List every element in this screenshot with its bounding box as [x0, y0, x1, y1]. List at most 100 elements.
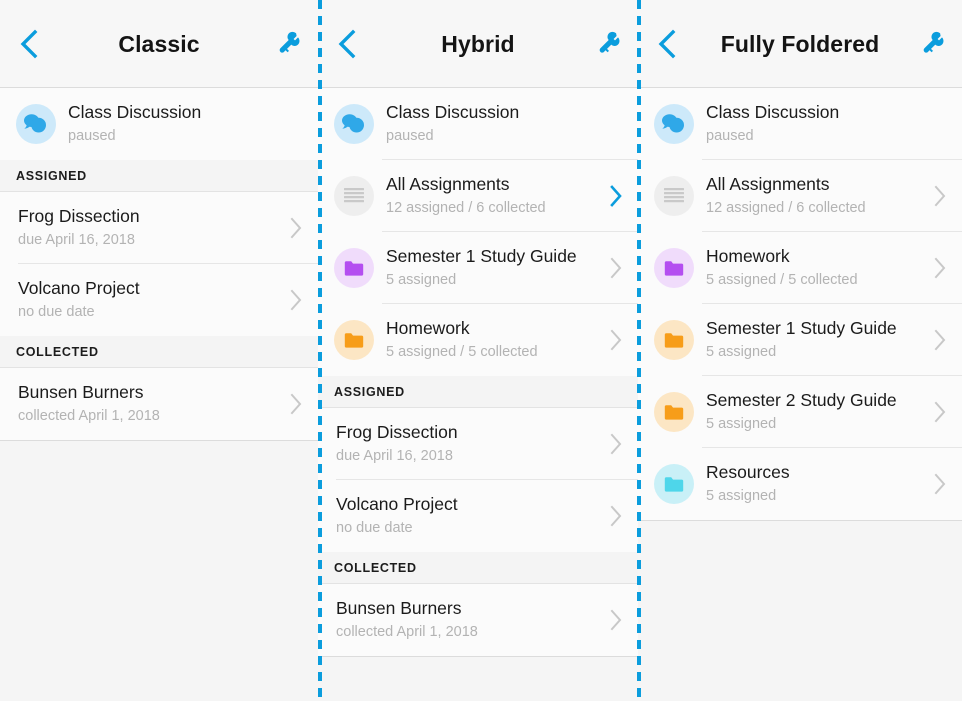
chevron-right-icon[interactable]: [600, 605, 630, 635]
navbar-fully-foldered: Fully Foldered: [638, 0, 962, 88]
list-item[interactable]: Volcano Project no due date: [0, 264, 318, 336]
list-item[interactable]: Bunsen Burners collected April 1, 2018: [0, 368, 318, 440]
chevron-right-icon[interactable]: [600, 325, 630, 355]
list-item[interactable]: Frog Dissection due April 16, 2018: [318, 408, 638, 480]
list-item-subtitle: due April 16, 2018: [336, 448, 453, 465]
list-item-subtitle: 5 assigned: [706, 416, 777, 433]
list-item-subtitle: no due date: [18, 304, 95, 321]
list-item-title: Semester 2 Study Guide: [706, 390, 897, 411]
list-item-title: Volcano Project: [18, 278, 140, 299]
chevron-right-icon[interactable]: [924, 181, 954, 211]
discussion-bubbles-icon: [654, 104, 694, 144]
chevron-right-icon[interactable]: [924, 253, 954, 283]
list-item[interactable]: Semester 1 Study Guide 5 assigned: [638, 304, 962, 376]
folder-icon: [654, 248, 694, 288]
list-item-title: Class Discussion: [386, 102, 520, 123]
chevron-right-icon[interactable]: [924, 469, 954, 499]
page-title: Classic: [118, 31, 200, 57]
list-item-title: Resources: [706, 462, 790, 483]
list-item[interactable]: Class Discussion paused: [638, 88, 962, 160]
list-item-text: Class Discussion paused: [706, 102, 924, 146]
list-item-text: Homework 5 assigned / 5 collected: [386, 318, 600, 362]
list-item[interactable]: Semester 2 Study Guide 5 assigned: [638, 376, 962, 448]
list-item[interactable]: All Assignments 12 assigned / 6 collected: [638, 160, 962, 232]
list-item-title: Frog Dissection: [18, 206, 140, 227]
chevron-right-icon[interactable]: [600, 253, 630, 283]
list-classic: Class Discussion paused ASSIGNED Frog Disse…: [0, 88, 318, 441]
list-item[interactable]: Bunsen Burners collected April 1, 2018: [318, 584, 638, 656]
list-item-subtitle: 12 assigned / 6 collected: [386, 200, 546, 217]
list-lines-icon: [334, 176, 374, 216]
list-item-subtitle: 5 assigned / 5 collected: [706, 272, 858, 289]
list-item[interactable]: Class Discussion paused: [0, 88, 318, 160]
section-header: COLLECTED: [318, 552, 638, 584]
list-item-title: Class Discussion: [68, 102, 202, 123]
list-item-title: Semester 1 Study Guide: [706, 318, 897, 339]
list-item-text: Resources 5 assigned: [706, 462, 924, 506]
list-item[interactable]: Volcano Project no due date: [318, 480, 638, 552]
section-header: COLLECTED: [0, 336, 318, 368]
list-item-subtitle: paused: [706, 128, 754, 145]
chevron-left-icon[interactable]: [650, 27, 684, 61]
list-item[interactable]: Class Discussion paused: [318, 88, 638, 160]
discussion-bubbles-icon: [334, 104, 374, 144]
list-item-title: Bunsen Burners: [18, 382, 144, 403]
folder-icon: [654, 320, 694, 360]
list-item-title: Volcano Project: [336, 494, 458, 515]
list-item-subtitle: no due date: [336, 520, 413, 537]
list-item-title: Homework: [386, 318, 470, 339]
navbar-hybrid: Hybrid: [318, 0, 638, 88]
list-item[interactable]: Resources 5 assigned: [638, 448, 962, 520]
list-item-text: Semester 2 Study Guide 5 assigned: [706, 390, 924, 434]
list-item-text: Volcano Project no due date: [336, 494, 600, 538]
list-item-title: Semester 1 Study Guide: [386, 246, 577, 267]
section-header-label: ASSIGNED: [16, 168, 87, 183]
chevron-right-icon[interactable]: [600, 501, 630, 531]
folder-icon: [334, 320, 374, 360]
folder-icon: [334, 248, 374, 288]
list-item[interactable]: Homework 5 assigned / 5 collected: [318, 304, 638, 376]
wrench-icon[interactable]: [274, 29, 304, 59]
list-item-subtitle: 12 assigned / 6 collected: [706, 200, 866, 217]
list-item-title: All Assignments: [386, 174, 510, 195]
list-item-subtitle: 5 assigned: [706, 488, 777, 505]
chevron-right-icon[interactable]: [600, 181, 630, 211]
list-item-text: All Assignments 12 assigned / 6 collected: [386, 174, 600, 218]
chevron-right-icon[interactable]: [280, 285, 310, 315]
list-item-subtitle: collected April 1, 2018: [336, 624, 478, 641]
list-item-text: All Assignments 12 assigned / 6 collected: [706, 174, 924, 218]
chevron-left-icon[interactable]: [12, 27, 46, 61]
chevron-right-icon[interactable]: [600, 429, 630, 459]
wrench-icon[interactable]: [918, 29, 948, 59]
wrench-icon[interactable]: [594, 29, 624, 59]
section-header: ASSIGNED: [318, 376, 638, 408]
list-item-subtitle: collected April 1, 2018: [18, 408, 160, 425]
list-item-text: Bunsen Burners collected April 1, 2018: [18, 382, 280, 426]
list-item[interactable]: Semester 1 Study Guide 5 assigned: [318, 232, 638, 304]
chevron-right-icon[interactable]: [924, 325, 954, 355]
navbar-classic: Classic: [0, 0, 318, 88]
list-item-text: Frog Dissection due April 16, 2018: [18, 206, 280, 250]
section-header-label: ASSIGNED: [334, 384, 405, 399]
list-item-text: Homework 5 assigned / 5 collected: [706, 246, 924, 290]
dashed-separator-2: [637, 0, 641, 701]
chevron-right-icon[interactable]: [924, 397, 954, 427]
list-fully-foldered: Class Discussion paused All Assignments 12 …: [638, 88, 962, 521]
chevron-right-icon[interactable]: [280, 213, 310, 243]
list-item-text: Bunsen Burners collected April 1, 2018: [336, 598, 600, 642]
list-hybrid: Class Discussion paused All Assignments 12 …: [318, 88, 638, 657]
list-item-text: Frog Dissection due April 16, 2018: [336, 422, 600, 466]
empty-area: [0, 441, 318, 701]
chevron-left-icon[interactable]: [330, 27, 364, 61]
discussion-bubbles-icon: [16, 104, 56, 144]
section-header: ASSIGNED: [0, 160, 318, 192]
list-item-subtitle: due April 16, 2018: [18, 232, 135, 249]
chevron-right-icon[interactable]: [280, 389, 310, 419]
list-item[interactable]: Homework 5 assigned / 5 collected: [638, 232, 962, 304]
list-item[interactable]: All Assignments 12 assigned / 6 collected: [318, 160, 638, 232]
list-item-text: Volcano Project no due date: [18, 278, 280, 322]
empty-area: [318, 657, 638, 701]
list-item[interactable]: Frog Dissection due April 16, 2018: [0, 192, 318, 264]
empty-area: [638, 521, 962, 701]
page-title: Fully Foldered: [720, 31, 880, 57]
